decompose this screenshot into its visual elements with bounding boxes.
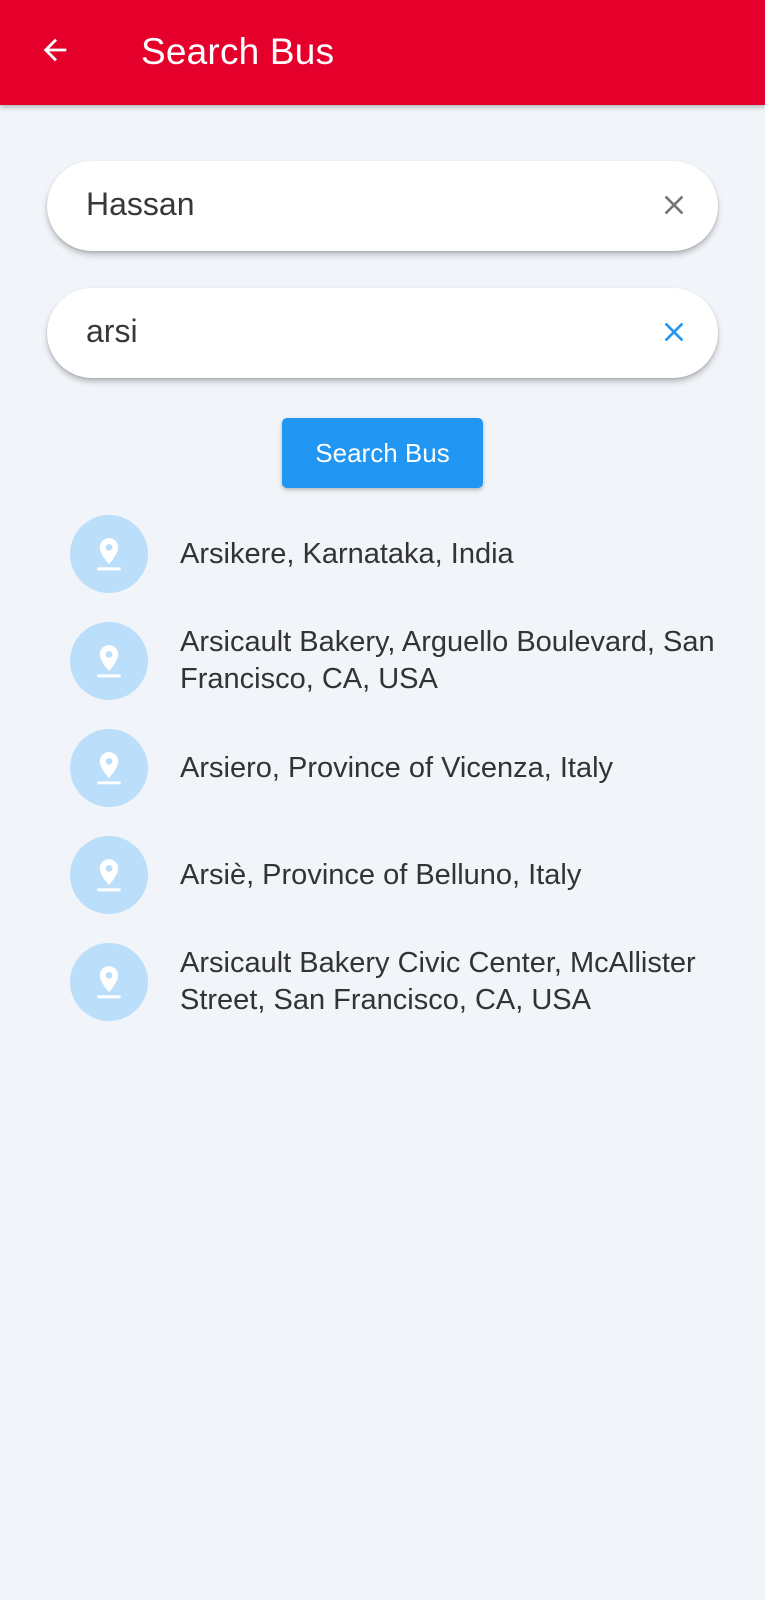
suggestion-label: Arsicault Bakery, Arguello Boulevard, Sa… [180, 626, 715, 695]
location-pin-icon [97, 966, 121, 999]
to-location-field [47, 288, 718, 378]
location-pin-icon [97, 645, 121, 678]
suggestion-label: Arsicault Bakery Civic Center, McAlliste… [180, 947, 696, 1016]
location-pin-icon [97, 859, 121, 892]
location-suggestion[interactable]: Arsikere, Karnataka, India [0, 510, 765, 598]
from-location-input[interactable] [86, 161, 646, 247]
back-button[interactable] [30, 25, 80, 75]
arrow-back-icon [43, 38, 67, 62]
location-pin-avatar [70, 729, 148, 807]
page-title: Search Bus [141, 31, 335, 72]
location-suggestion[interactable]: Arsicault Bakery Civic Center, McAlliste… [0, 938, 765, 1026]
from-location-field [47, 161, 718, 251]
search-bus-button[interactable]: Search Bus [282, 418, 483, 488]
suggestion-label: Arsikere, Karnataka, India [180, 537, 514, 570]
location-suggestion[interactable]: Arsicault Bakery, Arguello Boulevard, Sa… [0, 617, 765, 705]
location-pin-avatar [70, 836, 148, 914]
clear-to-button[interactable] [652, 310, 696, 354]
location-suggestion[interactable]: Arsiero, Province of Vicenza, Italy [0, 724, 765, 812]
clear-from-button[interactable] [652, 183, 696, 227]
location-pin-icon [97, 538, 121, 571]
app-bar: Search Bus [0, 0, 765, 105]
location-suggestion[interactable]: Arsiè, Province of Belluno, Italy [0, 831, 765, 919]
location-pin-icon [97, 752, 121, 785]
close-icon [664, 322, 684, 342]
location-pin-avatar [70, 515, 148, 593]
suggestion-label: Arsiè, Province of Belluno, Italy [180, 858, 582, 891]
location-pin-avatar [70, 943, 148, 1021]
suggestion-label: Arsiero, Province of Vicenza, Italy [180, 751, 614, 784]
location-suggestions-list: Arsikere, Karnataka, India Arsicault Bak… [0, 510, 765, 1026]
to-location-input[interactable] [86, 288, 646, 374]
location-pin-avatar [70, 622, 148, 700]
close-icon [664, 195, 684, 215]
